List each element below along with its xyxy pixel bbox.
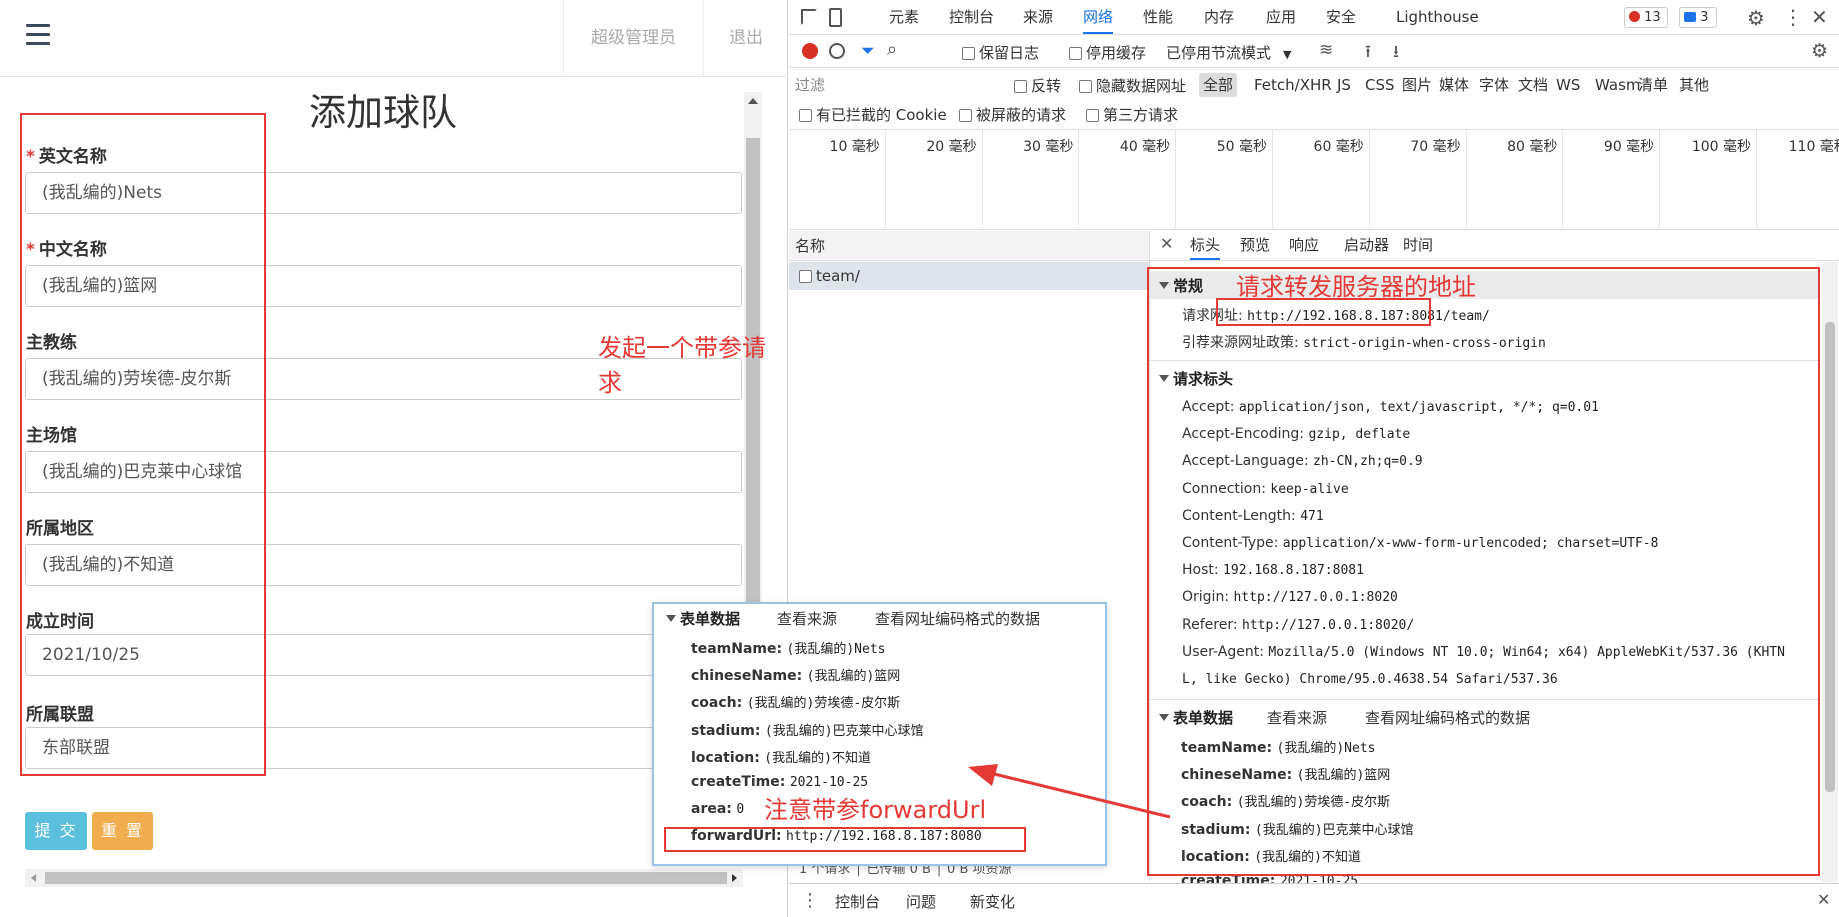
- annotation-arrow: [968, 764, 1171, 819]
- arrow-head: [968, 764, 998, 786]
- arrow-line: [989, 771, 1171, 819]
